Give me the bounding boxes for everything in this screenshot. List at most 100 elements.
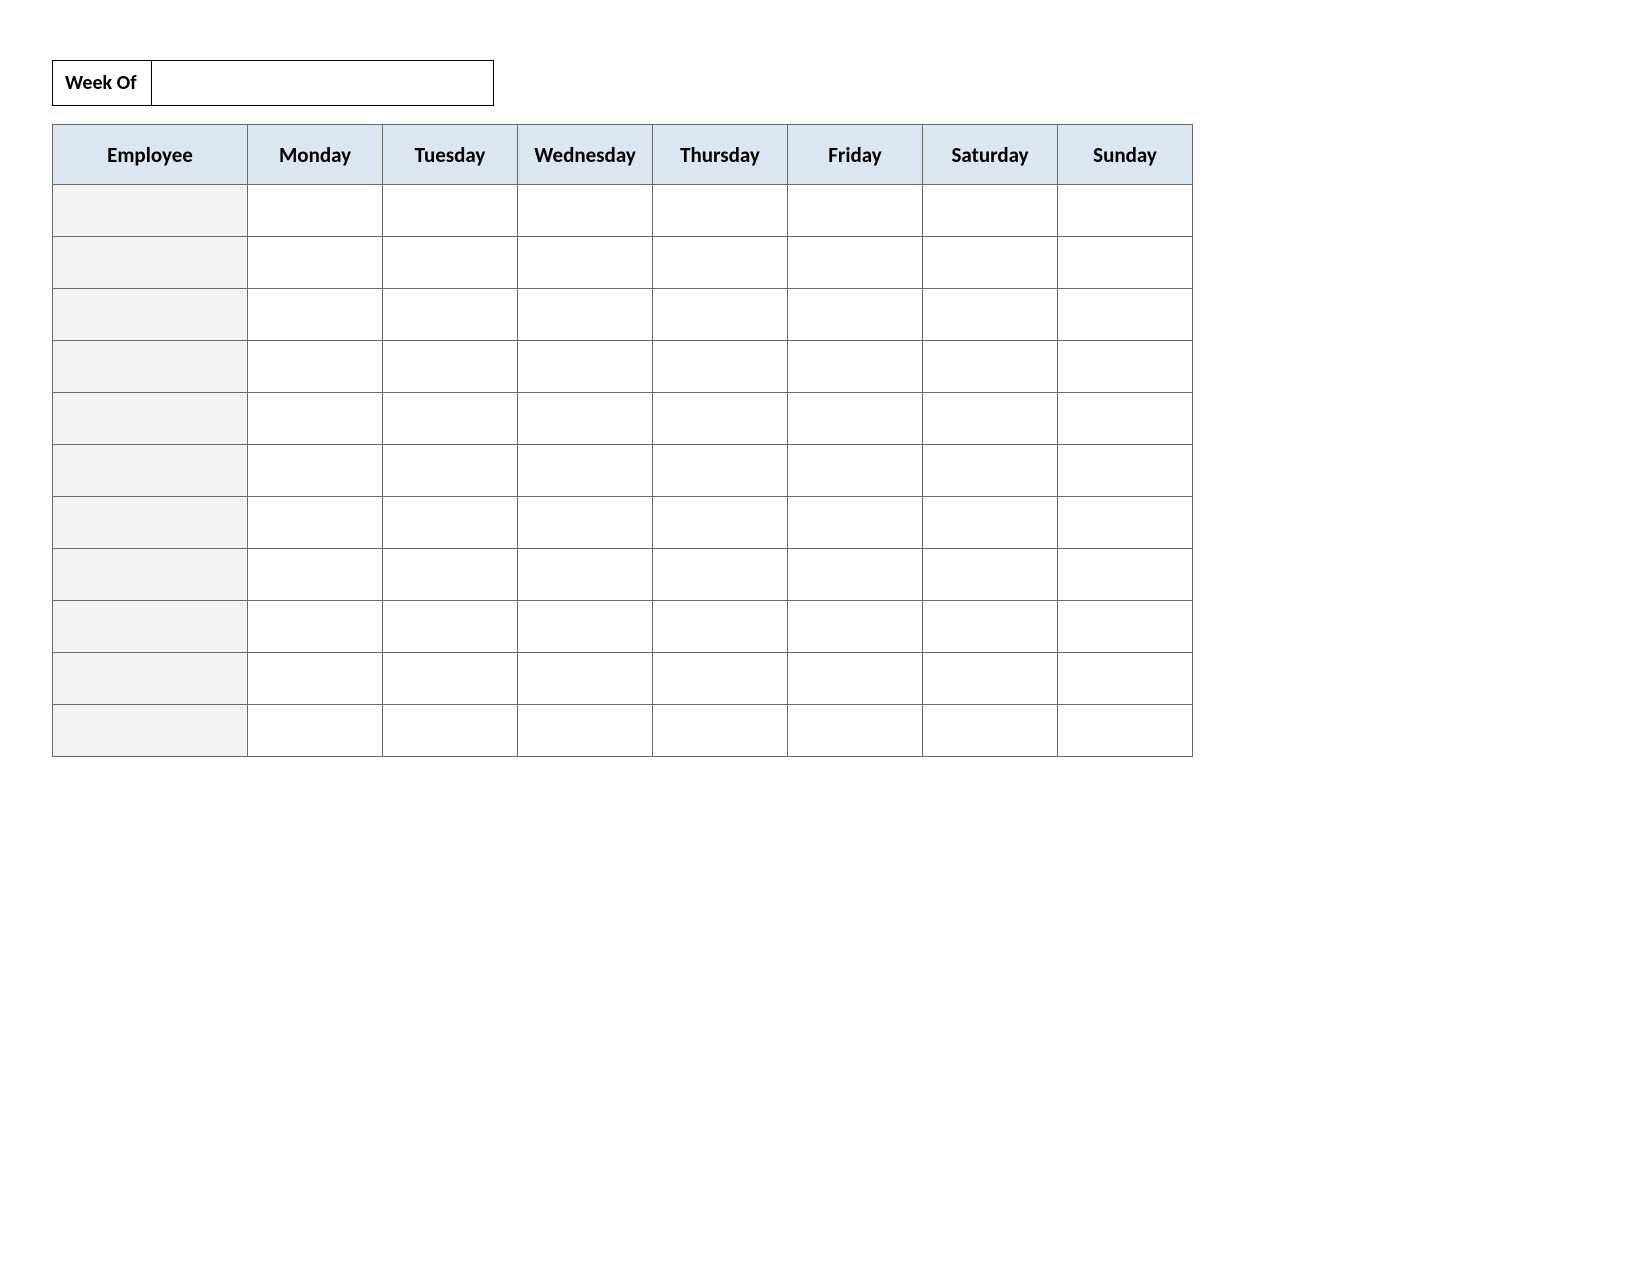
day-cell[interactable] (383, 705, 518, 757)
day-cell[interactable] (1058, 289, 1193, 341)
day-cell[interactable] (788, 341, 923, 393)
employee-cell[interactable] (53, 237, 248, 289)
day-cell[interactable] (923, 393, 1058, 445)
day-cell[interactable] (383, 289, 518, 341)
day-cell[interactable] (1058, 185, 1193, 237)
day-cell[interactable] (518, 497, 653, 549)
table-row (53, 393, 1193, 445)
employee-cell[interactable] (53, 445, 248, 497)
header-employee: Employee (53, 125, 248, 185)
day-cell[interactable] (248, 341, 383, 393)
day-cell[interactable] (518, 445, 653, 497)
employee-cell[interactable] (53, 497, 248, 549)
day-cell[interactable] (923, 445, 1058, 497)
day-cell[interactable] (1058, 237, 1193, 289)
day-cell[interactable] (788, 549, 923, 601)
header-day-sunday: Sunday (1058, 125, 1193, 185)
day-cell[interactable] (653, 341, 788, 393)
day-cell[interactable] (788, 601, 923, 653)
table-row (53, 497, 1193, 549)
table-row (53, 653, 1193, 705)
day-cell[interactable] (653, 497, 788, 549)
day-cell[interactable] (518, 185, 653, 237)
day-cell[interactable] (383, 549, 518, 601)
day-cell[interactable] (383, 393, 518, 445)
day-cell[interactable] (1058, 601, 1193, 653)
employee-cell[interactable] (53, 341, 248, 393)
day-cell[interactable] (518, 341, 653, 393)
day-cell[interactable] (653, 549, 788, 601)
week-of-input[interactable] (152, 60, 494, 106)
day-cell[interactable] (383, 497, 518, 549)
employee-cell[interactable] (53, 549, 248, 601)
day-cell[interactable] (788, 705, 923, 757)
day-cell[interactable] (518, 549, 653, 601)
day-cell[interactable] (1058, 393, 1193, 445)
day-cell[interactable] (653, 601, 788, 653)
day-cell[interactable] (1058, 445, 1193, 497)
day-cell[interactable] (653, 653, 788, 705)
day-cell[interactable] (923, 341, 1058, 393)
day-cell[interactable] (1058, 341, 1193, 393)
day-cell[interactable] (1058, 705, 1193, 757)
day-cell[interactable] (248, 653, 383, 705)
employee-cell[interactable] (53, 289, 248, 341)
day-cell[interactable] (383, 237, 518, 289)
day-cell[interactable] (383, 653, 518, 705)
day-cell[interactable] (923, 601, 1058, 653)
day-cell[interactable] (923, 289, 1058, 341)
table-row (53, 601, 1193, 653)
day-cell[interactable] (923, 705, 1058, 757)
employee-cell[interactable] (53, 653, 248, 705)
day-cell[interactable] (1058, 497, 1193, 549)
day-cell[interactable] (1058, 549, 1193, 601)
day-cell[interactable] (248, 601, 383, 653)
day-cell[interactable] (248, 705, 383, 757)
day-cell[interactable] (383, 601, 518, 653)
day-cell[interactable] (383, 445, 518, 497)
day-cell[interactable] (923, 237, 1058, 289)
header-day-friday: Friday (788, 125, 923, 185)
day-cell[interactable] (653, 445, 788, 497)
table-row (53, 289, 1193, 341)
day-cell[interactable] (248, 185, 383, 237)
day-cell[interactable] (248, 237, 383, 289)
day-cell[interactable] (653, 393, 788, 445)
day-cell[interactable] (923, 497, 1058, 549)
employee-cell[interactable] (53, 705, 248, 757)
day-cell[interactable] (518, 653, 653, 705)
day-cell[interactable] (788, 653, 923, 705)
day-cell[interactable] (788, 185, 923, 237)
employee-cell[interactable] (53, 393, 248, 445)
week-of-label: Week Of (52, 60, 152, 106)
table-header-row: Employee Monday Tuesday Wednesday Thursd… (53, 125, 1193, 185)
day-cell[interactable] (788, 445, 923, 497)
employee-cell[interactable] (53, 601, 248, 653)
day-cell[interactable] (518, 705, 653, 757)
day-cell[interactable] (518, 393, 653, 445)
day-cell[interactable] (923, 549, 1058, 601)
day-cell[interactable] (1058, 653, 1193, 705)
day-cell[interactable] (653, 237, 788, 289)
day-cell[interactable] (923, 185, 1058, 237)
day-cell[interactable] (248, 289, 383, 341)
day-cell[interactable] (653, 289, 788, 341)
day-cell[interactable] (248, 445, 383, 497)
day-cell[interactable] (923, 653, 1058, 705)
day-cell[interactable] (518, 601, 653, 653)
day-cell[interactable] (653, 185, 788, 237)
day-cell[interactable] (788, 497, 923, 549)
day-cell[interactable] (653, 705, 788, 757)
day-cell[interactable] (788, 237, 923, 289)
day-cell[interactable] (383, 185, 518, 237)
day-cell[interactable] (518, 237, 653, 289)
day-cell[interactable] (518, 289, 653, 341)
employee-cell[interactable] (53, 185, 248, 237)
day-cell[interactable] (248, 549, 383, 601)
day-cell[interactable] (248, 497, 383, 549)
day-cell[interactable] (383, 341, 518, 393)
day-cell[interactable] (248, 393, 383, 445)
header-day-tuesday: Tuesday (383, 125, 518, 185)
day-cell[interactable] (788, 289, 923, 341)
day-cell[interactable] (788, 393, 923, 445)
